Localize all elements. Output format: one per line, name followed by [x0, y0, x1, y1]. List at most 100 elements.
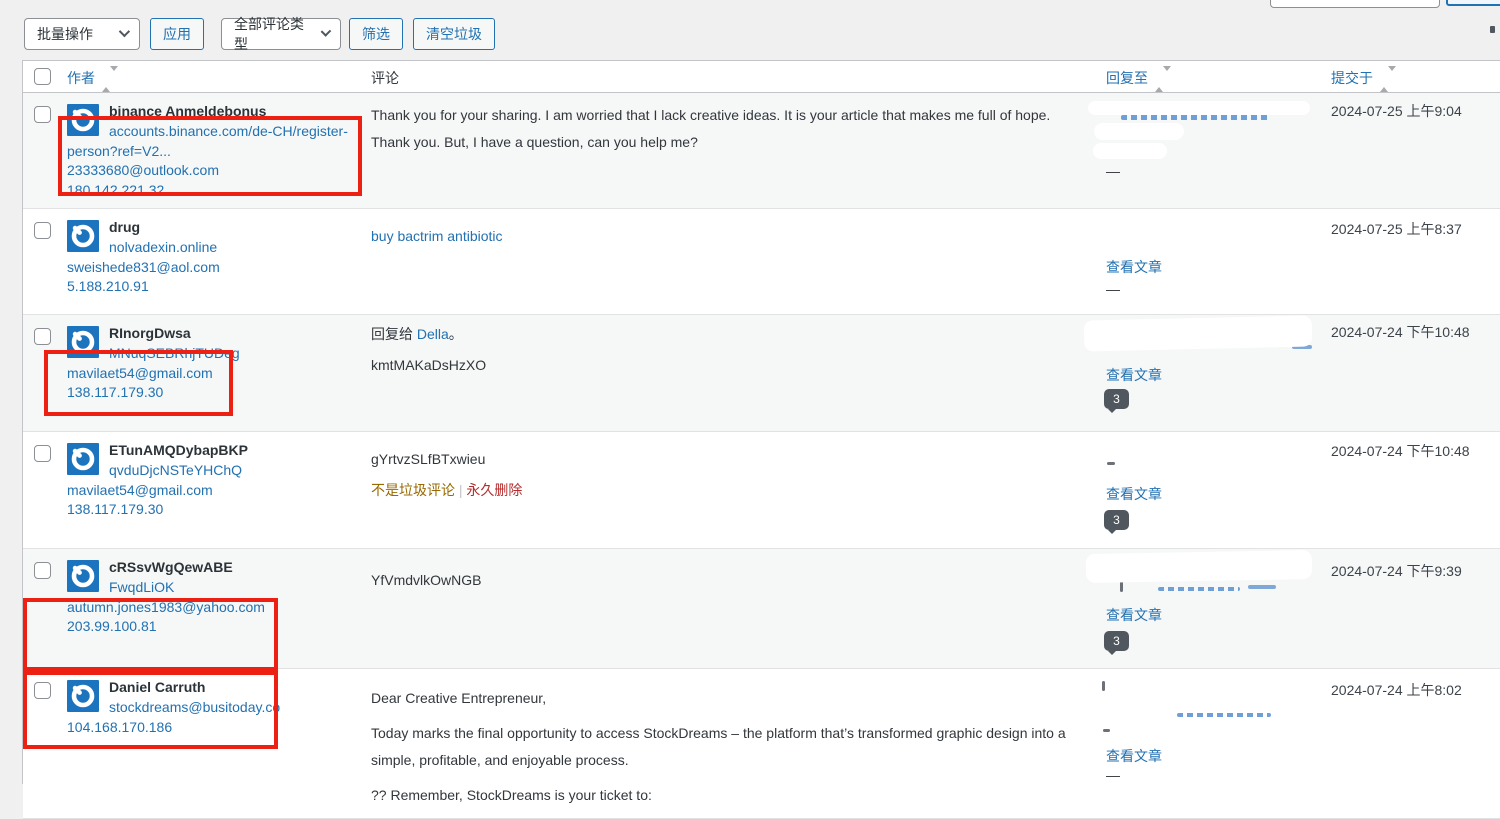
- comment-text: gYrtvzSLfBTxwieu 不是垃圾评论 | 永久删除: [371, 446, 1086, 500]
- reply-count-dash: —: [1106, 281, 1120, 297]
- author-email-link[interactable]: mavilaet54@gmail.com: [67, 481, 369, 501]
- author-url-link[interactable]: qvduDjcNSTeYHChQ: [67, 461, 369, 481]
- redaction-blob: [1088, 101, 1310, 115]
- search-comments-input[interactable]: [1270, 0, 1440, 8]
- reply-count-badge[interactable]: 3: [1104, 510, 1129, 530]
- chevron-down-icon: [119, 25, 130, 36]
- apply-button[interactable]: 应用: [150, 18, 204, 50]
- comment-paragraph: Dear Creative Entrepreneur,: [371, 685, 1086, 712]
- sort-arrows-icon: [1155, 71, 1171, 87]
- redaction-blob: [1086, 550, 1312, 583]
- author-email-link[interactable]: mavilaet54@gmail.com: [67, 364, 369, 384]
- comment-paragraph: Today marks the final opportunity to acc…: [371, 720, 1086, 774]
- author-name: ETunAMQDybapBKP: [67, 440, 369, 461]
- view-post-link[interactable]: 查看文章: [1106, 605, 1162, 625]
- comment-link[interactable]: buy bactrim antibiotic: [371, 228, 503, 244]
- author-cell: Daniel Carruth stockdreams@busitoday.co …: [67, 677, 369, 737]
- author-email-link[interactable]: 23333680@outlook.com: [67, 161, 369, 181]
- not-spam-action[interactable]: 不是垃圾评论: [371, 482, 455, 498]
- row-checkbox[interactable]: [34, 106, 51, 123]
- empty-spam-button[interactable]: 清空垃圾: [413, 18, 495, 50]
- gravatar-logo-icon: [67, 104, 99, 136]
- row-checkbox[interactable]: [34, 445, 51, 462]
- author-ip-link[interactable]: 5.188.210.91: [67, 277, 369, 297]
- author-url-link[interactable]: FwqdLiOK: [67, 578, 369, 598]
- comment-text: Dear Creative Entrepreneur, Today marks …: [371, 685, 1086, 817]
- row-checkbox[interactable]: [34, 682, 51, 699]
- column-header-in-response-to[interactable]: 回复至: [1106, 68, 1171, 88]
- comments-toolbar: 批量操作 应用 全部评论类型 筛选 清空垃圾: [24, 18, 495, 50]
- comment-row: Daniel Carruth stockdreams@busitoday.co …: [23, 669, 1500, 819]
- submitted-date: 2024-07-25 上午8:37: [1331, 219, 1500, 239]
- comment-row: RInorgDwsa MNuqSEBRhjTUDeg mavilaet54@gm…: [23, 315, 1500, 432]
- author-cell: RInorgDwsa MNuqSEBRhjTUDeg mavilaet54@gm…: [67, 323, 369, 403]
- in-response-to-cell: —: [1106, 93, 1336, 208]
- reply-count-badge[interactable]: 3: [1104, 389, 1129, 409]
- comment-body: kmtMAKaDsHzXO: [371, 352, 1086, 379]
- select-all-checkbox[interactable]: [34, 68, 51, 85]
- view-post-link[interactable]: 查看文章: [1106, 365, 1162, 385]
- redacted-remnant: [1121, 115, 1271, 120]
- reply-to-author-link[interactable]: Della: [417, 326, 449, 342]
- table-header-row: 作者 评论 回复至 提交于: [23, 61, 1500, 93]
- submitted-date: 2024-07-24 下午10:48: [1331, 322, 1500, 342]
- in-response-to-cell: 查看文章 —: [1106, 209, 1336, 314]
- column-header-submitted-on[interactable]: 提交于: [1331, 68, 1396, 88]
- author-name: cRSsvWgQewABE: [67, 557, 369, 578]
- submitted-date: 2024-07-24 下午10:48: [1331, 441, 1500, 461]
- sort-arrows-icon: [102, 71, 118, 87]
- comments-table: 作者 评论 回复至 提交于 binance Anmeldebonus accou…: [22, 60, 1500, 784]
- row-actions: 不是垃圾评论 | 永久删除: [371, 480, 1086, 500]
- comment-type-select[interactable]: 全部评论类型: [221, 18, 341, 50]
- comment-text: YfVmdvlkOwNGB: [371, 567, 1086, 594]
- author-url-link[interactable]: accounts.binance.com/de-CH/register-pers…: [67, 122, 369, 161]
- view-post-link[interactable]: 查看文章: [1106, 257, 1162, 277]
- redacted-remnant: [1103, 729, 1110, 732]
- column-header-comment: 评论: [371, 68, 399, 88]
- sort-arrows-icon: [1380, 71, 1396, 87]
- author-email-link[interactable]: stockdreams@busitoday.co: [67, 698, 369, 718]
- author-ip-link[interactable]: 104.168.170.186: [67, 718, 369, 738]
- column-header-author[interactable]: 作者: [67, 68, 118, 88]
- gravatar-logo-icon: [67, 326, 99, 358]
- row-checkbox[interactable]: [34, 222, 51, 239]
- author-email-link[interactable]: autumn.jones1983@yahoo.com: [67, 598, 369, 618]
- comment-type-label: 全部评论类型: [234, 14, 309, 54]
- submitted-date: 2024-07-25 上午9:04: [1331, 101, 1500, 121]
- comment-text: Thank you for your sharing. I am worried…: [371, 102, 1086, 156]
- gravatar-logo-icon: [67, 560, 99, 592]
- delete-permanently-action[interactable]: 永久删除: [466, 482, 522, 498]
- redacted-remnant: [1248, 585, 1276, 589]
- submitted-date: 2024-07-24 下午9:39: [1331, 561, 1500, 581]
- comment-body: gYrtvzSLfBTxwieu: [371, 446, 1086, 473]
- bulk-actions-select[interactable]: 批量操作: [24, 18, 140, 50]
- author-ip-link[interactable]: 203.99.100.81: [67, 617, 369, 637]
- author-ip-link[interactable]: 138.117.179.30: [67, 500, 369, 520]
- author-url-link[interactable]: MNuqSEBRhjTUDeg: [67, 344, 369, 364]
- redacted-remnant: [1177, 713, 1271, 717]
- gravatar-logo-icon: [67, 220, 99, 252]
- author-cell: drug nolvadexin.online sweishede831@aol.…: [67, 217, 369, 297]
- row-checkbox[interactable]: [34, 562, 51, 579]
- bulk-actions-label: 批量操作: [37, 24, 93, 44]
- reply-count-badge[interactable]: 3: [1104, 631, 1129, 651]
- author-url-link[interactable]: nolvadexin.online: [67, 238, 369, 258]
- author-name: drug: [67, 217, 369, 238]
- in-response-to-cell: 查看文章 3: [1106, 315, 1336, 431]
- author-name: Daniel Carruth: [67, 677, 369, 698]
- filter-button[interactable]: 筛选: [349, 18, 403, 50]
- search-comments-button[interactable]: [1446, 0, 1500, 6]
- row-checkbox[interactable]: [34, 328, 51, 345]
- redacted-remnant: [1158, 587, 1240, 591]
- comment-row: cRSsvWgQewABE FwqdLiOK autumn.jones1983@…: [23, 549, 1500, 669]
- author-name: binance Anmeldebonus: [67, 101, 369, 122]
- author-ip-link[interactable]: 138.117.179.30: [67, 383, 369, 403]
- author-email-link[interactable]: sweishede831@aol.com: [67, 258, 369, 278]
- submitted-date: 2024-07-24 上午8:02: [1331, 680, 1500, 700]
- author-cell: binance Anmeldebonus accounts.binance.co…: [67, 101, 369, 200]
- gravatar-logo-icon: [67, 443, 99, 475]
- redaction-blob: [1084, 315, 1313, 351]
- view-post-link[interactable]: 查看文章: [1106, 484, 1162, 504]
- author-ip-link[interactable]: 180.142.221.32: [67, 181, 369, 201]
- view-post-link[interactable]: 查看文章: [1106, 746, 1162, 766]
